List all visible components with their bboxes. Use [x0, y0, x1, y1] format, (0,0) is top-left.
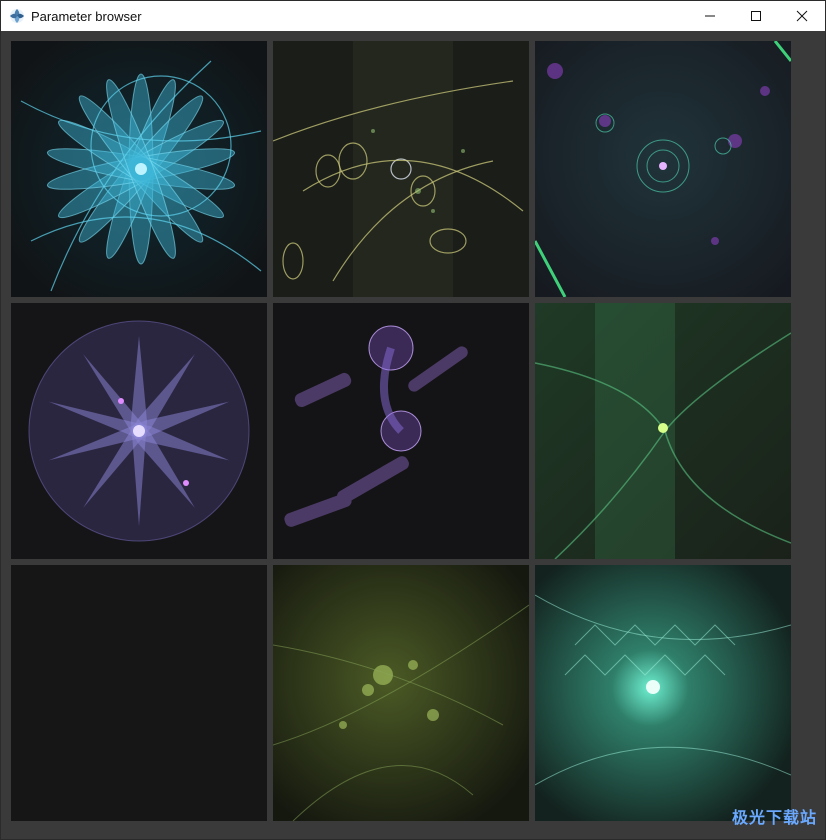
close-icon: [796, 10, 808, 22]
thumbnail-purple-bubbles[interactable]: [273, 303, 529, 559]
watermark-text: 极光下载站: [731, 810, 817, 827]
thumbnail-area[interactable]: 极光下载站: [1, 31, 825, 839]
thumbnail-olive-swirls[interactable]: [273, 41, 529, 297]
app-icon: [10, 9, 24, 23]
watermark: 极光下载站: [681, 799, 817, 833]
thumbnail-cyan-flower[interactable]: [11, 41, 267, 297]
title-bar[interactable]: Parameter browser: [1, 1, 825, 31]
thumbnail-empty[interactable]: [11, 565, 267, 821]
maximize-button[interactable]: [733, 1, 779, 31]
thumbnail-lavender-star[interactable]: [11, 303, 267, 559]
window-title: Parameter browser: [31, 8, 142, 24]
thumbnail-teal-violet[interactable]: [535, 41, 791, 297]
minimize-button[interactable]: [687, 1, 733, 31]
parameter-browser-window: Parameter browser 极光下载站: [0, 0, 826, 840]
thumbnail-green-rays[interactable]: [535, 303, 791, 559]
maximize-icon: [751, 11, 761, 21]
window-controls: [687, 1, 825, 31]
minimize-icon: [705, 15, 715, 17]
thumbnail-moss-nebula[interactable]: [273, 565, 529, 821]
vertical-scrollbar[interactable]: [791, 31, 825, 839]
close-button[interactable]: [779, 1, 825, 31]
thumbnail-aqua-glow[interactable]: [535, 565, 791, 821]
